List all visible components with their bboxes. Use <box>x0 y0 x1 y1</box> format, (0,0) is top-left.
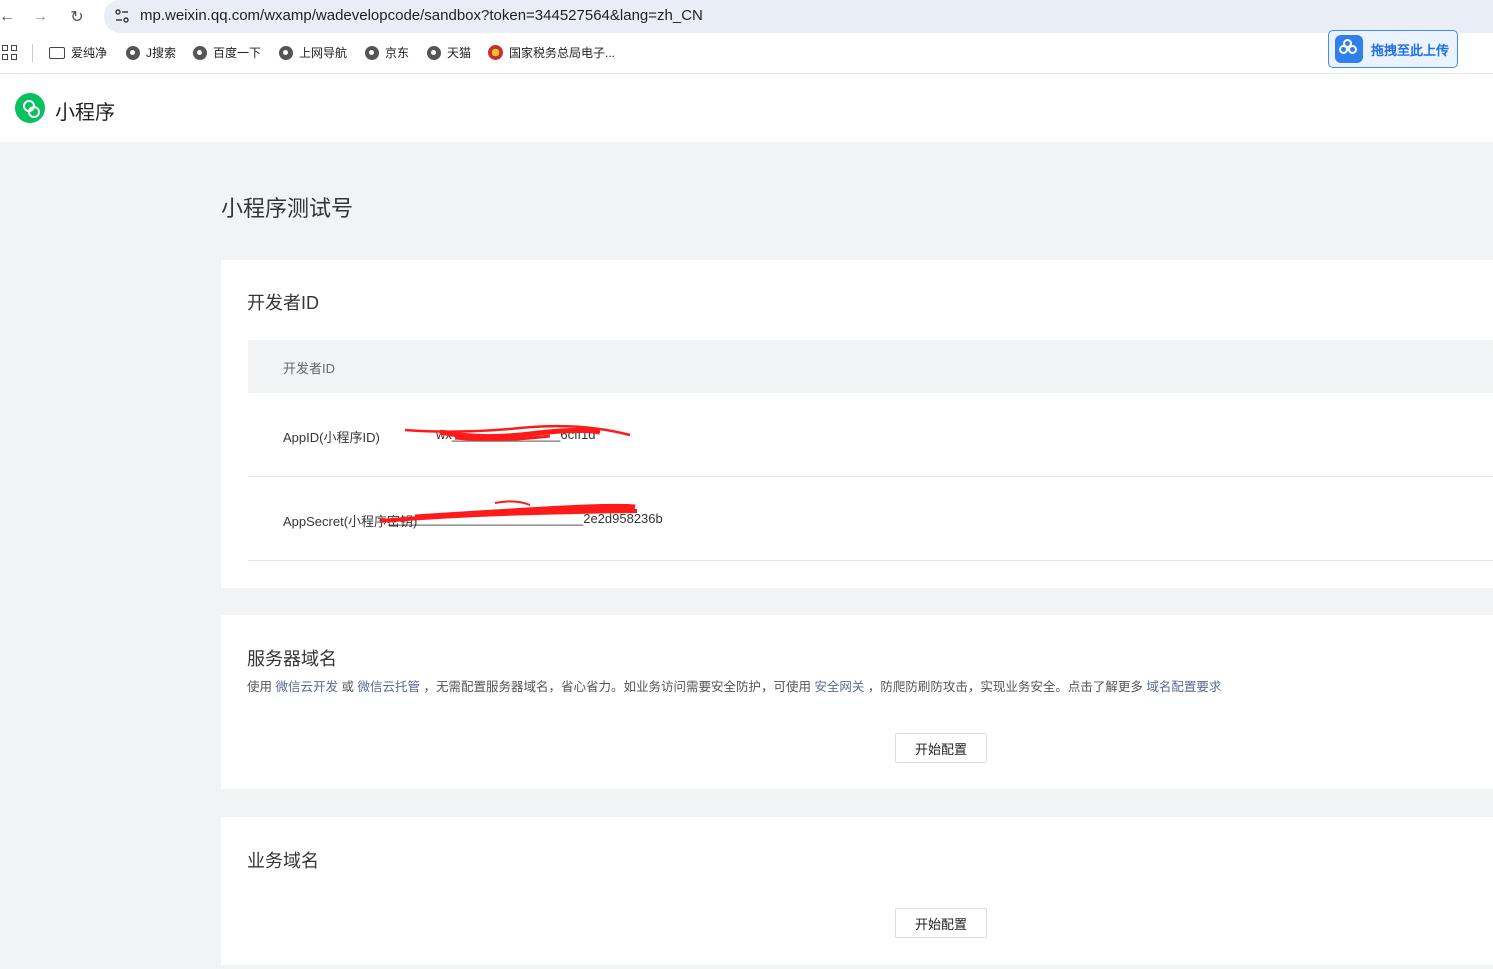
business-domain-card: 业务域名 开始配置 <box>221 817 1493 965</box>
globe-icon <box>427 45 441 60</box>
back-arrow-icon[interactable]: ← <box>0 6 18 28</box>
brand-name[interactable]: 小程序 <box>55 96 115 125</box>
bookmark-aichunjing[interactable]: 爱纯净 <box>49 44 107 61</box>
table-header: 开发者ID <box>248 340 1493 393</box>
desc-text: 或 <box>338 680 358 694</box>
appid-value: wx_______________6cff1d <box>436 427 596 442</box>
appsecret-row: AppSecret(小程序密钥) _______________________… <box>248 477 1493 561</box>
bookmark-label: 百度一下 <box>213 46 262 60</box>
forward-arrow-icon[interactable]: → <box>29 6 51 28</box>
appid-row: AppID(小程序ID) wx_______________6cff1d <box>248 393 1493 477</box>
desc-text: ，无需配置服务器域名，省心省力。如业务访问需要安全防护，可使用 <box>419 680 815 694</box>
table-header-label: 开发者ID <box>283 361 336 376</box>
developer-id-card: 开发者ID 开发者ID AppID(小程序ID) wx_____________… <box>221 260 1493 588</box>
site-settings-icon[interactable] <box>114 8 130 24</box>
server-domain-title: 服务器域名 <box>247 649 337 669</box>
appsecret-value: ___________________________2e2d958236b <box>388 511 663 526</box>
server-domain-card: 服务器域名 使用 微信云开发 或 微信云托管 ，无需配置服务器域名，省心省力。如… <box>221 615 1493 789</box>
bookmark-label: 天猫 <box>447 46 472 60</box>
bookmark-divider <box>32 44 33 62</box>
bookmarks-bar: 爱纯净 J搜索 百度一下 上网导航 京东 天猫 国家税务总局电子... <box>0 33 1493 74</box>
cloud-upload-icon <box>1335 35 1363 63</box>
security-gateway-link[interactable]: 安全网关 <box>814 680 864 694</box>
bookmark-label: 爱纯净 <box>71 46 108 60</box>
bookmark-tax[interactable]: 国家税务总局电子... <box>488 44 615 61</box>
server-domain-config-button[interactable]: 开始配置 <box>895 733 987 763</box>
bookmark-jd[interactable]: 京东 <box>365 44 409 61</box>
bookmark-label: 国家税务总局电子... <box>509 46 616 60</box>
tax-emblem-icon <box>488 45 503 60</box>
page-title: 小程序测试号 <box>221 196 354 221</box>
business-domain-title: 业务域名 <box>247 851 319 871</box>
url-text[interactable]: mp.weixin.qq.com/wxamp/wadevelopcode/san… <box>140 7 703 24</box>
bookmark-label: 京东 <box>385 46 410 60</box>
reload-icon[interactable]: ↻ <box>66 6 88 28</box>
globe-icon <box>126 45 140 60</box>
upload-button-label: 拖拽至此上传 <box>1371 42 1450 58</box>
bookmark-shangwang[interactable]: 上网导航 <box>279 44 347 61</box>
drag-upload-button[interactable]: 拖拽至此上传 <box>1328 30 1458 68</box>
desc-text: 使用 <box>247 680 276 694</box>
address-bar[interactable]: mp.weixin.qq.com/wxamp/wadevelopcode/san… <box>104 0 1493 33</box>
globe-icon <box>193 45 207 60</box>
bookmark-tmall[interactable]: 天猫 <box>427 44 471 61</box>
miniprogram-logo-icon[interactable] <box>15 93 45 123</box>
globe-icon <box>365 45 379 60</box>
folder-icon <box>49 46 65 59</box>
page-header: 小程序 <box>0 74 1493 142</box>
bookmark-baidu[interactable]: 百度一下 <box>193 44 261 61</box>
cloud-hosting-link[interactable]: 微信云托管 <box>357 680 420 694</box>
domain-requirements-link[interactable]: 域名配置要求 <box>1146 680 1221 694</box>
business-domain-config-button[interactable]: 开始配置 <box>895 908 987 938</box>
appid-label: AppID(小程序ID) <box>283 430 380 445</box>
cloud-dev-link[interactable]: 微信云开发 <box>275 680 338 694</box>
server-domain-description: 使用 微信云开发 或 微信云托管 ，无需配置服务器域名，省心省力。如业务访问需要… <box>247 676 1221 695</box>
developer-id-title: 开发者ID <box>247 293 319 313</box>
bookmark-label: 上网导航 <box>299 46 348 60</box>
desc-text: ，防爬防刷防攻击，实现业务安全。点击了解更多 <box>864 680 1147 694</box>
bookmark-label: J搜索 <box>146 46 177 60</box>
browser-toolbar: ← → ↻ mp.weixin.qq.com/wxamp/wadevelopco… <box>0 0 1493 33</box>
bookmark-jsousuo[interactable]: J搜索 <box>126 44 176 61</box>
globe-icon <box>279 45 293 60</box>
apps-grid-icon[interactable] <box>2 45 17 60</box>
